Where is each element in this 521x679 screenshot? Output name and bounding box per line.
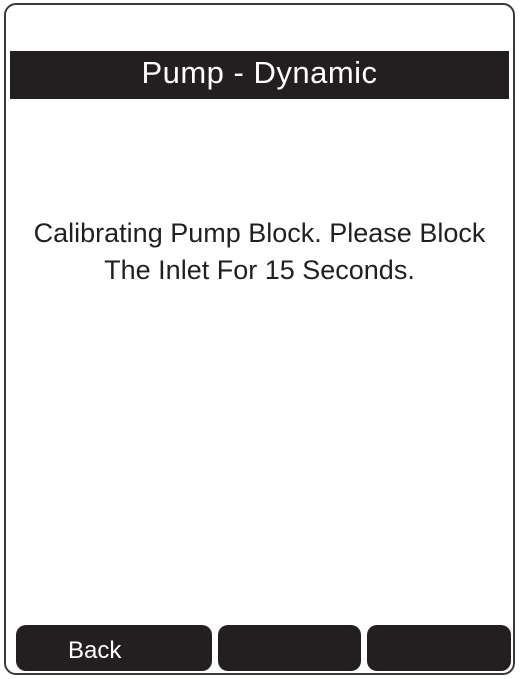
- back-button[interactable]: Back: [16, 625, 212, 671]
- softkey-right[interactable]: [367, 625, 512, 671]
- message-line-2: The Inlet For 15 Seconds.: [104, 255, 415, 285]
- screen-title: Pump - Dynamic: [141, 55, 378, 90]
- message-line-1: Calibrating Pump Block. Please Block: [33, 218, 486, 248]
- calibration-message: Calibrating Pump Block. Please Block The…: [16, 215, 503, 289]
- softkey-middle[interactable]: [217, 625, 362, 671]
- device-screen: Pump - Dynamic Calibrating Pump Block. P…: [4, 3, 515, 675]
- softkey-bar: Back: [16, 625, 512, 671]
- title-bar: Pump - Dynamic: [10, 51, 509, 99]
